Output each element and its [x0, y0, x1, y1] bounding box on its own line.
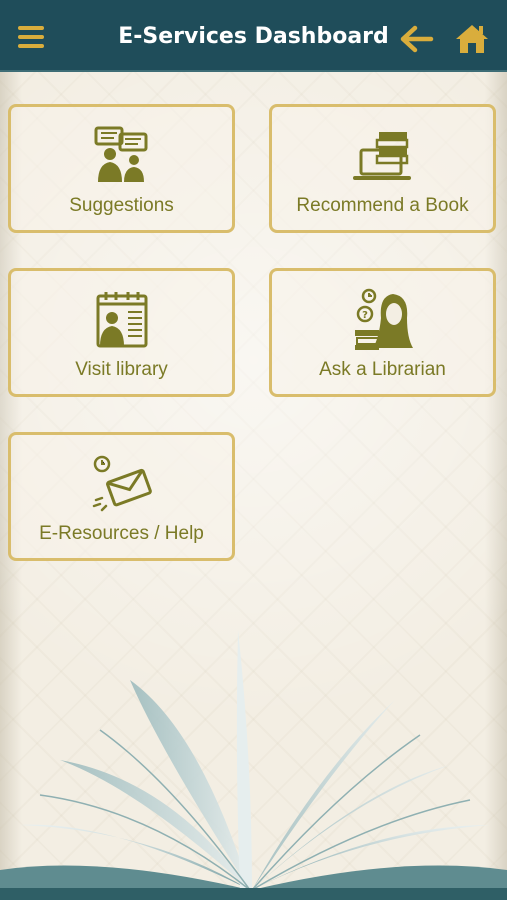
tile-recommend-a-book[interactable]: Recommend a Book [269, 104, 496, 233]
books-laptop-icon [352, 132, 411, 180]
suggestions-chat-icon [94, 126, 147, 182]
tile-suggestions-label: Suggestions [69, 195, 174, 216]
tile-e-resources-help[interactable]: E-Resources / Help [8, 432, 235, 561]
tile-visit-library-label: Visit library [75, 359, 168, 380]
open-book-illustration [0, 630, 507, 900]
tile-visit-library[interactable]: Visit library [8, 268, 235, 397]
tile-e-resources-help-label: E-Resources / Help [39, 523, 204, 544]
envelope-clock-icon [92, 455, 152, 512]
arrow-left-icon[interactable] [399, 22, 435, 56]
app-header: E-Services Dashboard [0, 0, 507, 72]
calendar-visit-icon [96, 292, 147, 348]
home-icon[interactable] [454, 22, 490, 56]
tile-ask-a-librarian[interactable]: ? Ask a Librarian [269, 268, 496, 397]
tile-recommend-a-book-label: Recommend a Book [296, 195, 469, 216]
svg-text:?: ? [362, 310, 368, 321]
tile-suggestions[interactable]: Suggestions [8, 104, 235, 233]
tile-ask-a-librarian-label: Ask a Librarian [319, 359, 446, 380]
librarian-question-icon: ? [354, 288, 413, 350]
